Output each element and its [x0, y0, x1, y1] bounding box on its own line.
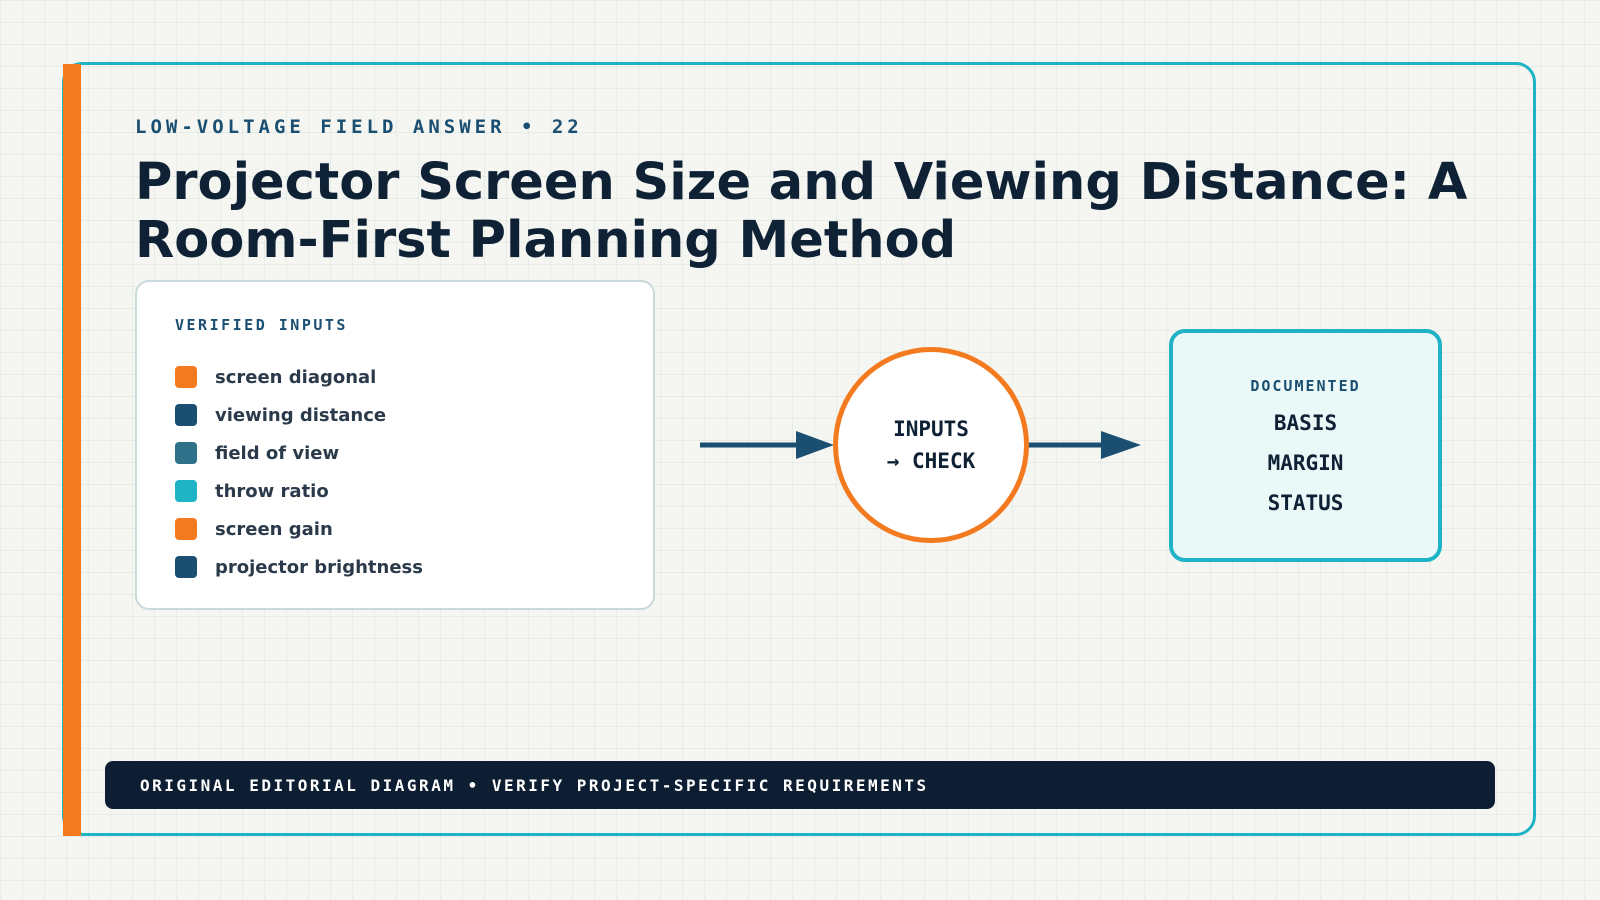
documented-item-status: STATUS — [1267, 491, 1344, 515]
footer-text: ORIGINAL EDITORIAL DIAGRAM • VERIFY PROJ… — [140, 775, 929, 795]
check-node-line-1: INPUTS — [893, 417, 969, 441]
documented-item-basis: BASIS — [1273, 411, 1338, 435]
documented-list: BASIS MARGIN STATUS — [1173, 403, 1438, 523]
documented-card: DOCUMENTED BASIS MARGIN STATUS — [1169, 329, 1442, 562]
check-node: INPUTS → CHECK — [833, 347, 1029, 543]
documented-item-margin: MARGIN — [1267, 451, 1344, 475]
documented-label: DOCUMENTED — [1250, 377, 1361, 395]
check-node-line-2: → CHECK — [886, 449, 976, 473]
footer-bar: ORIGINAL EDITORIAL DIAGRAM • VERIFY PROJ… — [105, 761, 1495, 809]
arrow-check-to-documented — [1027, 431, 1141, 459]
arrow-inputs-to-check — [700, 431, 834, 459]
